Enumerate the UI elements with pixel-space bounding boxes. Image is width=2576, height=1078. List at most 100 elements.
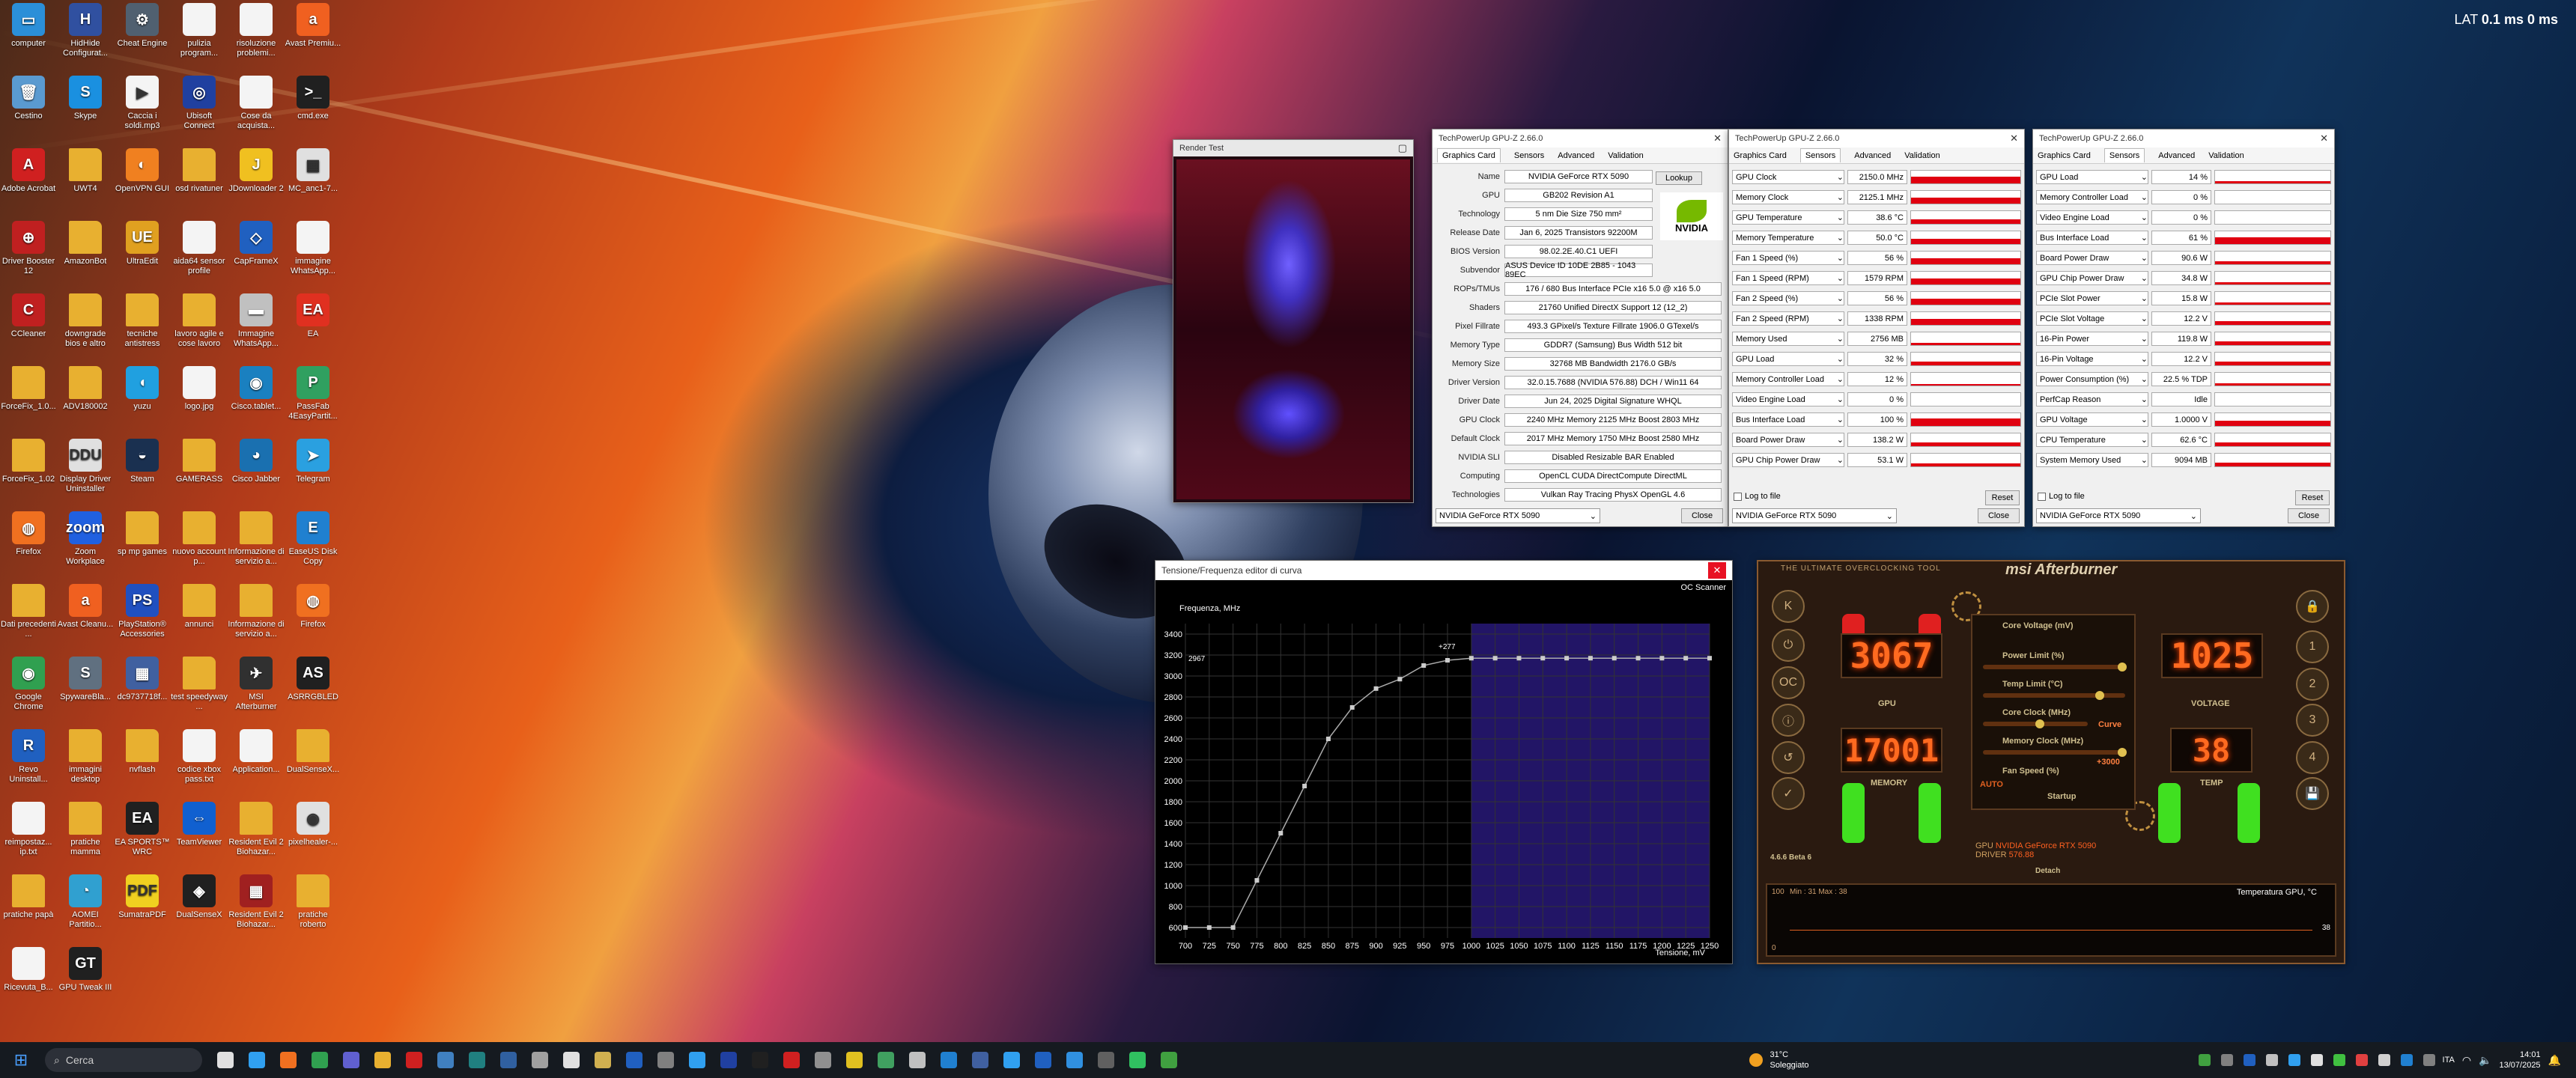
sensor-name[interactable]: GPU Load ⌄ xyxy=(2036,170,2148,184)
desktop-icon[interactable]: ◐ OpenVPN GUI xyxy=(114,148,171,220)
checkbox[interactable] xyxy=(2038,492,2046,501)
taskbar-app-icon[interactable] xyxy=(1003,1052,1020,1068)
info-icon[interactable]: ⓘ xyxy=(1772,704,1805,737)
taskbar-app-icon[interactable] xyxy=(878,1052,894,1068)
desktop-icon[interactable]: codice xbox pass.txt xyxy=(171,729,228,801)
log-to-file[interactable]: Log to file xyxy=(1734,492,1781,501)
desktop-icon[interactable]: DualSenseX... xyxy=(285,729,341,801)
desktop-icon[interactable]: R Revo Uninstall... xyxy=(0,729,57,801)
desktop-icon[interactable]: ◈ DualSenseX xyxy=(171,874,228,946)
sensor-name[interactable]: CPU Temperature ⌄ xyxy=(2036,433,2148,447)
taskbar-app-icon[interactable] xyxy=(532,1052,548,1068)
weather-widget[interactable]: 31°C Soleggiato xyxy=(1770,1050,1809,1071)
desktop-icon[interactable]: annunci xyxy=(171,584,228,656)
sensor-name[interactable]: System Memory Used ⌄ xyxy=(2036,453,2148,467)
sensor-name[interactable]: GPU Temperature ⌄ xyxy=(1732,210,1844,225)
desktop-icon[interactable]: Informazione di servizio a... xyxy=(228,584,285,656)
curve-button[interactable]: Curve xyxy=(2098,720,2121,729)
desktop-icon[interactable]: Cose da acquista... xyxy=(228,76,285,147)
desktop-icon[interactable]: zoom Zoom Workplace xyxy=(57,511,114,583)
clock[interactable]: 14:01 13/07/2025 xyxy=(2500,1050,2541,1071)
desktop-icon[interactable]: ⊕ Driver Booster 12 xyxy=(0,221,57,293)
reset-icon[interactable]: ↺ xyxy=(1772,741,1805,774)
taskbar-app-icon[interactable] xyxy=(783,1052,800,1068)
tab-validation[interactable]: Validation xyxy=(1608,151,1644,160)
close-button[interactable]: ✕ xyxy=(1708,562,1726,579)
tab-sensors[interactable]: Sensors xyxy=(1799,148,1841,162)
tab-sensors[interactable]: Sensors xyxy=(1514,151,1544,160)
gpu-select[interactable]: NVIDIA GeForce RTX 5090 ⌄ xyxy=(1732,508,1897,523)
close-icon[interactable]: ✕ xyxy=(2320,133,2328,144)
curve-editor-titlebar[interactable]: Tensione/Frequenza editor di curva ✕ xyxy=(1155,561,1732,580)
desktop-icon[interactable]: AmazonBot xyxy=(57,221,114,293)
close-icon[interactable]: ▢ xyxy=(1398,142,1407,154)
power-icon[interactable]: ⏻ xyxy=(1772,629,1805,662)
tab-graphics-card[interactable]: Graphics Card xyxy=(1734,151,1787,160)
sensor-name[interactable]: Fan 1 Speed (%) ⌄ xyxy=(1732,251,1844,265)
taskbar-app-icon[interactable] xyxy=(1129,1052,1146,1068)
reset-button[interactable]: Reset xyxy=(2295,490,2330,505)
profile-2-button[interactable]: 2 xyxy=(2296,668,2329,701)
desktop-icon[interactable]: ▶ Caccia i soldi.mp3 xyxy=(114,76,171,147)
tab-sensors[interactable]: Sensors xyxy=(2103,148,2145,162)
desktop-icon[interactable]: risoluzione problemi... xyxy=(228,3,285,75)
close-icon[interactable]: ✕ xyxy=(1713,133,1722,144)
desktop-icon[interactable]: ◕ Cisco Jabber xyxy=(228,439,285,511)
render-test-window[interactable]: Render Test ▢ xyxy=(1173,139,1414,503)
auto-button[interactable]: AUTO xyxy=(1980,780,2003,789)
desktop-icon[interactable]: UWT4 xyxy=(57,148,114,220)
sensor-name[interactable]: Fan 2 Speed (RPM) ⌄ xyxy=(1732,311,1844,326)
sensor-name[interactable]: Fan 2 Speed (%) ⌄ xyxy=(1732,291,1844,305)
taskbar-app-icon[interactable] xyxy=(909,1052,926,1068)
gpu-select[interactable]: NVIDIA GeForce RTX 5090 ⌄ xyxy=(2036,508,2201,523)
tray-icon[interactable] xyxy=(2198,1054,2211,1066)
taskbar-app-icon[interactable] xyxy=(406,1052,422,1068)
desktop-icon[interactable]: nvflash xyxy=(114,729,171,801)
desktop-icon[interactable]: DDU Display Driver Uninstaller xyxy=(57,439,114,511)
desktop-icon[interactable]: Ricevuta_B... xyxy=(0,947,57,1019)
sensor-name[interactable]: 16-Pin Power ⌄ xyxy=(2036,332,2148,346)
k-button[interactable]: K xyxy=(1772,590,1805,623)
sensor-name[interactable]: 16-Pin Voltage ⌄ xyxy=(2036,352,2148,366)
desktop-icon[interactable]: EA EA xyxy=(285,293,341,365)
desktop-icon[interactable]: Dati precedenti ... xyxy=(0,584,57,656)
tray-icon[interactable] xyxy=(2220,1054,2233,1066)
render-test-titlebar[interactable]: Render Test ▢ xyxy=(1173,140,1413,156)
tray-icon[interactable] xyxy=(2355,1054,2368,1066)
curve-editor-window[interactable]: Tensione/Frequenza editor di curva ✕ OC S… xyxy=(1155,560,1733,964)
desktop-icon[interactable]: AS ASRRGBLED xyxy=(285,657,341,728)
desktop-icon[interactable]: ◎ Ubisoft Connect xyxy=(171,76,228,147)
gpuz-window-card[interactable]: TechPowerUp GPU-Z 2.66.0 ✕ Graphics Card … xyxy=(1432,129,1728,527)
desktop-icon[interactable]: a Avast Cleanu... xyxy=(57,584,114,656)
sensor-name[interactable]: GPU Load ⌄ xyxy=(1732,352,1844,366)
sensor-name[interactable]: Power Consumption (%) ⌄ xyxy=(2036,372,2148,386)
oc-button[interactable]: OC xyxy=(1772,666,1805,699)
taskbar-app-icon[interactable] xyxy=(1035,1052,1051,1068)
taskbar-app-icon[interactable] xyxy=(846,1052,863,1068)
desktop-icon[interactable]: PDF SumatraPDF xyxy=(114,874,171,946)
desktop-icon[interactable]: ➤ Telegram xyxy=(285,439,341,511)
desktop-icon[interactable]: >_ cmd.exe xyxy=(285,76,341,147)
tray-icon[interactable] xyxy=(2400,1054,2413,1066)
tab-advanced[interactable]: Advanced xyxy=(2158,151,2195,160)
tray-icon[interactable] xyxy=(2243,1054,2255,1066)
desktop-icon[interactable]: ▬ Immagine WhatsApp... xyxy=(228,293,285,365)
sensor-name[interactable]: Memory Controller Load ⌄ xyxy=(2036,190,2148,204)
tray-icon[interactable] xyxy=(2288,1054,2300,1066)
desktop-icon[interactable]: ⇔ TeamViewer xyxy=(171,802,228,874)
gpuz-titlebar[interactable]: TechPowerUp GPU-Z 2.66.0 ✕ xyxy=(2033,130,2334,147)
taskbar-app-icon[interactable] xyxy=(1161,1052,1177,1068)
sensor-name[interactable]: Memory Used ⌄ xyxy=(1732,332,1844,346)
close-button[interactable]: Close xyxy=(1978,508,2020,523)
sensor-name[interactable]: GPU Chip Power Draw ⌄ xyxy=(1732,453,1844,467)
desktop-icon[interactable]: pratiche papà xyxy=(0,874,57,946)
desktop-icon[interactable]: ▦ Resident Evil 2 Biohazar... xyxy=(228,874,285,946)
taskbar-app-icon[interactable] xyxy=(1066,1052,1083,1068)
taskbar-app-icon[interactable] xyxy=(374,1052,391,1068)
temp-limit-slider[interactable] xyxy=(1983,691,2125,700)
sensor-name[interactable]: Bus Interface Load ⌄ xyxy=(1732,412,1844,427)
desktop-icon[interactable]: 🗑 Cestino xyxy=(0,76,57,147)
sensor-name[interactable]: Video Engine Load ⌄ xyxy=(1732,392,1844,406)
taskbar-app-icon[interactable] xyxy=(217,1052,234,1068)
desktop-icon[interactable]: tecniche antistress xyxy=(114,293,171,365)
